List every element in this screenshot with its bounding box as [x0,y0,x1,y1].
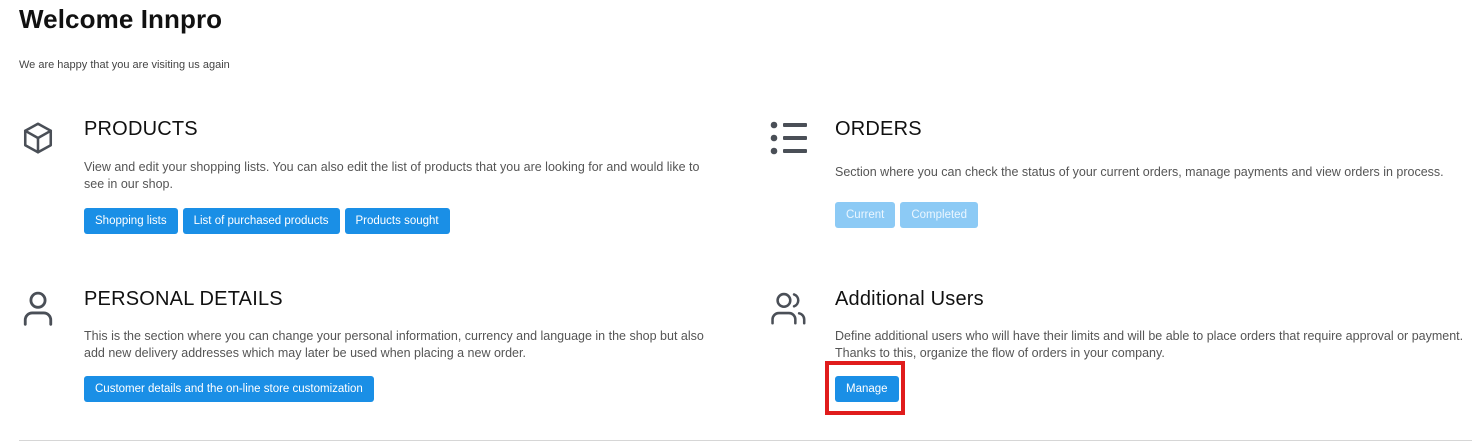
products-buttons: Shopping lists List of purchased product… [84,208,450,234]
additional-users-description: Define additional users who will have th… [835,329,1464,360]
additional-users-buttons: Manage [835,376,899,402]
manage-users-button[interactable]: Manage [835,376,899,402]
products-sought-button[interactable]: Products sought [344,208,450,234]
purchased-products-button[interactable]: List of purchased products [182,208,340,234]
orders-title: ORDERS [835,118,922,140]
products-description: View and edit your shopping lists. You c… [84,160,700,191]
account-dashboard: Welcome Innpro We are happy that you are… [0,0,1472,443]
additional-users-title: Additional Users [835,288,984,310]
customer-details-button[interactable]: Customer details and the on-line store c… [84,376,374,402]
orders-description: Section where you can check the status o… [835,165,1444,179]
completed-orders-button[interactable]: Completed [900,202,978,228]
shopping-lists-button[interactable]: Shopping lists [84,208,178,234]
personal-details-description: This is the section where you can change… [84,329,704,360]
page-subtitle: We are happy that you are visiting us ag… [19,59,230,71]
personal-details-section: PERSONAL DETAILS This is the section whe… [19,287,709,417]
page-title: Welcome Innpro [19,4,223,34]
user-icon [21,289,55,327]
orders-buttons: Current Completed [835,202,978,228]
users-icon [770,290,808,326]
orders-section: ORDERS Section where you can check the s… [770,117,1460,247]
list-icon [770,121,808,155]
products-section: PRODUCTS View and edit your shopping lis… [19,117,709,247]
personal-details-title: PERSONAL DETAILS [84,288,283,310]
personal-details-buttons: Customer details and the on-line store c… [84,376,374,402]
products-title: PRODUCTS [84,118,198,140]
bottom-divider [19,440,1472,441]
cube-icon [20,119,56,157]
additional-users-section: Additional Users Define additional users… [770,287,1465,417]
current-orders-button[interactable]: Current [835,202,896,228]
